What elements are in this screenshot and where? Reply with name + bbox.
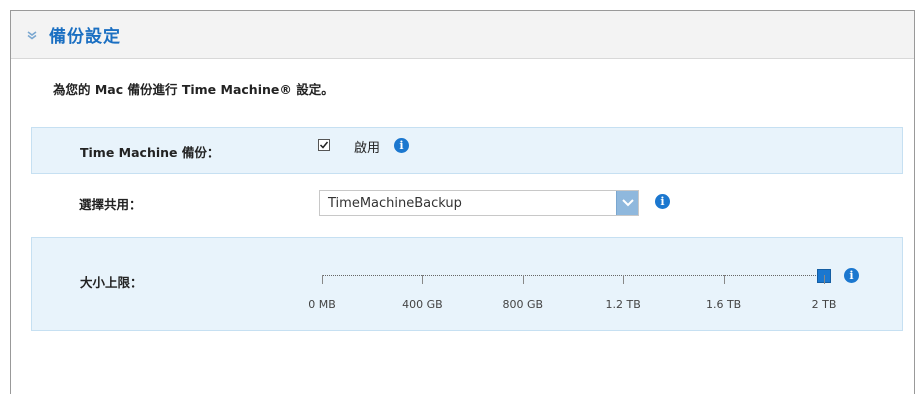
slider-tick — [723, 275, 725, 284]
slider-tick-label: 800 GB — [502, 298, 544, 311]
chevron-down-icon[interactable] — [25, 28, 39, 42]
slider-tick-label: 0 MB — [308, 298, 336, 311]
share-select-value: TimeMachineBackup — [328, 196, 462, 211]
slider-tick-label: 400 GB — [402, 298, 443, 311]
slider-tick-label: 2 TB — [811, 298, 837, 311]
slider-tick-label: 1.6 TB — [705, 298, 742, 311]
select-share-label: 選擇共用： — [79, 197, 142, 212]
section-title: 備份設定 — [49, 27, 121, 47]
checkmark-icon — [319, 141, 329, 149]
share-select[interactable]: TimeMachineBackup — [319, 190, 639, 216]
slider-tick-label: 1.2 TB — [605, 298, 641, 311]
enable-checkbox[interactable] — [318, 139, 330, 151]
enable-checkbox-label[interactable]: 啟用 — [354, 137, 380, 156]
time-machine-label: Time Machine 備份： — [80, 145, 220, 160]
backup-settings-panel: 備份設定 為您的 Mac 備份進行 Time Machine® 設定。 Time… — [10, 10, 915, 394]
size-limit-row: 大小上限： i 0 MB 400 GB 800 GB 1.2 TB 1.6 TB 2 TB — [31, 237, 903, 331]
info-icon[interactable]: i — [394, 138, 409, 153]
time-machine-row: Time Machine 備份： 啟用 i — [31, 127, 903, 174]
slider-tick — [522, 275, 524, 284]
chevron-down-icon — [621, 199, 634, 207]
slider-tick — [824, 275, 825, 284]
select-share-row: 選擇共用： TimeMachineBackup i — [31, 182, 903, 228]
dropdown-arrow-button[interactable] — [616, 191, 638, 215]
info-icon[interactable]: i — [655, 194, 670, 209]
section-header[interactable]: 備份設定 — [11, 11, 914, 59]
info-icon[interactable]: i — [844, 268, 859, 283]
slider-tick — [422, 275, 424, 284]
size-limit-label: 大小上限： — [80, 275, 143, 290]
size-slider-track[interactable] — [322, 275, 824, 276]
slider-tick — [623, 275, 625, 284]
section-description: 為您的 Mac 備份進行 Time Machine® 設定。 — [53, 82, 334, 97]
slider-tick — [322, 275, 323, 284]
